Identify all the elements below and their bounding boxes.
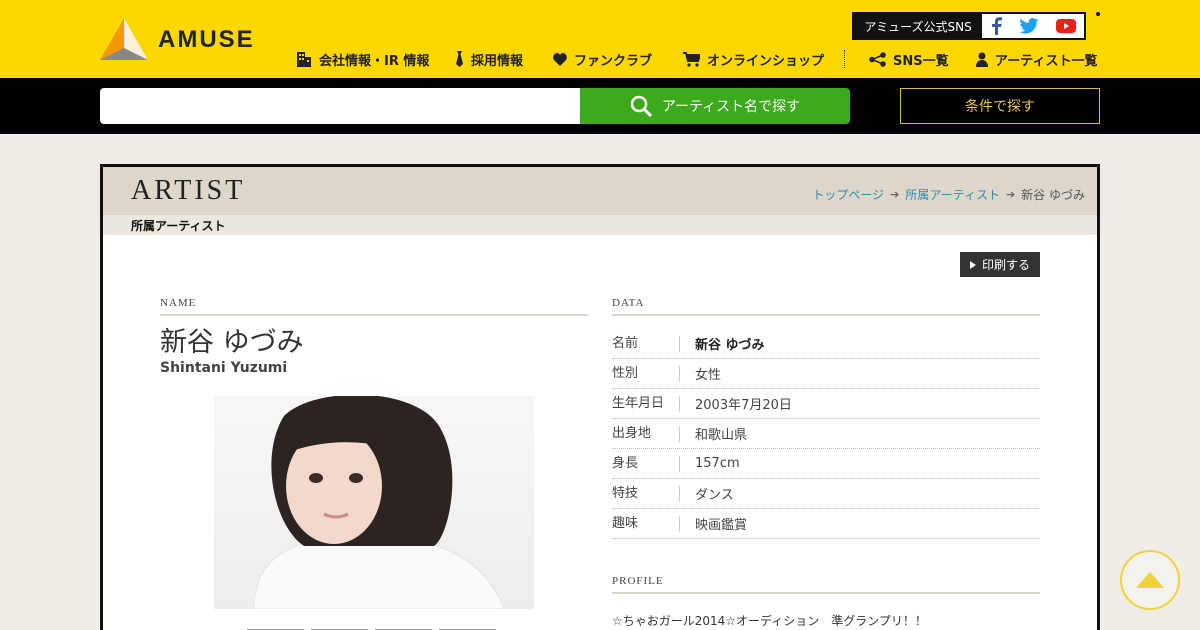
data-row-skill: 特技 ダンス xyxy=(612,479,1040,509)
condition-button-label: 条件で探す xyxy=(965,99,1035,115)
nav-company-label: 会社情報・IR 情報 xyxy=(319,53,430,69)
heart-icon xyxy=(553,52,567,66)
data-row-birthplace: 出身地 和歌山県 xyxy=(612,419,1040,449)
name-section-divider xyxy=(160,314,588,316)
artist-name-en: Shintani Yuzumi xyxy=(160,360,288,376)
nav-artists[interactable]: アーティスト一覧 xyxy=(976,50,1098,69)
profile-section-divider xyxy=(612,592,1040,594)
data-row-height: 身長 157cm xyxy=(612,449,1040,479)
cart-icon xyxy=(683,51,700,67)
artist-panel: ARTIST 所属アーティスト トップページ ➔ 所属アーティスト ➔ 新谷 ゆ… xyxy=(100,164,1100,630)
logo-mark-icon xyxy=(100,18,148,60)
sns-icons xyxy=(982,14,1084,38)
data-row-gender: 性別 女性 xyxy=(612,359,1040,389)
nav-separator xyxy=(844,50,845,68)
data-key: 身長 xyxy=(612,455,680,472)
play-arrow-icon xyxy=(969,260,976,269)
data-value: ダンス xyxy=(695,488,734,503)
breadcrumb-current: 新谷 ゆづみ xyxy=(1021,188,1085,202)
profile-section-label: PROFILE xyxy=(612,575,664,587)
tie-icon xyxy=(456,51,463,67)
nav-company[interactable]: 会社情報・IR 情報 xyxy=(296,50,430,69)
artist-subheader xyxy=(103,215,1097,235)
youtube-icon[interactable] xyxy=(1055,19,1076,33)
data-row-name: 名前 新谷 ゆづみ xyxy=(612,329,1040,359)
logo-text: AMUSE xyxy=(158,26,255,53)
page-top-button[interactable] xyxy=(1120,550,1180,610)
nav-shop-label: オンラインショップ xyxy=(707,53,825,69)
nav-sns[interactable]: SNS一覧 xyxy=(869,50,949,69)
data-value: 和歌山県 xyxy=(695,428,748,443)
decorative-dot xyxy=(1096,12,1100,16)
data-row-hobby: 趣味 映画鑑賞 xyxy=(612,509,1040,539)
search-by-name-button[interactable]: アーティスト名で探す xyxy=(580,88,850,124)
data-key: 特技 xyxy=(612,485,680,502)
search-icon xyxy=(630,95,652,117)
amuse-logo[interactable]: AMUSE xyxy=(100,18,255,60)
arrow-up-icon xyxy=(1136,572,1164,588)
nav-sns-label: SNS一覧 xyxy=(893,53,949,69)
data-key: 生年月日 xyxy=(612,395,680,412)
nav-fanclub-label: ファンクラブ xyxy=(574,53,653,69)
breadcrumb-home[interactable]: トップページ xyxy=(812,186,884,203)
data-value: 2003年7月20日 xyxy=(695,398,792,413)
search-button-label: アーティスト名で探す xyxy=(661,99,801,115)
data-value: 157cm xyxy=(695,456,740,471)
data-key: 性別 xyxy=(612,365,680,382)
site-header: AMUSE アミューズ公式SNS 会社情報・IR 情報 採用情報 ファンクラブ … xyxy=(0,0,1200,78)
data-key: 出身地 xyxy=(612,425,680,442)
breadcrumb-arrow-icon: ➔ xyxy=(1005,188,1016,201)
search-by-condition-button[interactable]: 条件で探す xyxy=(900,88,1100,124)
print-button[interactable]: 印刷する xyxy=(960,252,1040,277)
sns-box: アミューズ公式SNS xyxy=(852,12,1086,40)
breadcrumb: トップページ ➔ 所属アーティスト ➔ 新谷 ゆづみ xyxy=(812,186,1085,203)
artist-search-input[interactable] xyxy=(100,88,580,124)
breadcrumb-artists[interactable]: 所属アーティスト xyxy=(905,186,1000,203)
data-section-divider xyxy=(612,314,1040,316)
nav-shop[interactable]: オンラインショップ xyxy=(683,50,825,69)
data-value: 女性 xyxy=(695,368,722,383)
nav-recruit[interactable]: 採用情報 xyxy=(455,50,524,69)
breadcrumb-arrow-icon: ➔ xyxy=(890,188,900,201)
sns-label: アミューズ公式SNS xyxy=(864,19,972,34)
search-bar: アーティスト名で探す 条件で探す xyxy=(0,78,1200,134)
artist-name-jp: 新谷 ゆづみ xyxy=(160,327,304,358)
artist-data-table: 名前 新谷 ゆづみ 性別 女性 生年月日 2003年7月20日 出身地 和歌山県… xyxy=(612,329,1040,539)
nav-artists-label: アーティスト一覧 xyxy=(995,53,1098,69)
facebook-icon[interactable] xyxy=(990,17,1003,35)
twitter-icon[interactable] xyxy=(1019,18,1039,34)
data-key: 趣味 xyxy=(612,515,680,532)
data-value: 映画鑑賞 xyxy=(695,518,748,533)
page-subtitle: 所属アーティスト xyxy=(131,219,226,233)
profile-text: ☆ちゃおガール2014☆オーディション 準グランプリ！！ xyxy=(612,614,927,628)
nav-recruit-label: 採用情報 xyxy=(471,53,524,69)
person-icon xyxy=(976,52,988,67)
page-title: ARTIST xyxy=(131,175,246,206)
data-value: 新谷 ゆづみ xyxy=(695,338,765,353)
share-icon xyxy=(869,51,886,67)
artist-photo xyxy=(214,396,534,609)
print-label: 印刷する xyxy=(981,258,1030,272)
name-section-label: NAME xyxy=(160,297,197,309)
data-row-birthday: 生年月日 2003年7月20日 xyxy=(612,389,1040,419)
data-key: 名前 xyxy=(612,335,680,352)
data-section-label: DATA xyxy=(612,297,645,309)
nav-fanclub[interactable]: ファンクラブ xyxy=(553,50,653,69)
building-icon xyxy=(297,52,311,67)
